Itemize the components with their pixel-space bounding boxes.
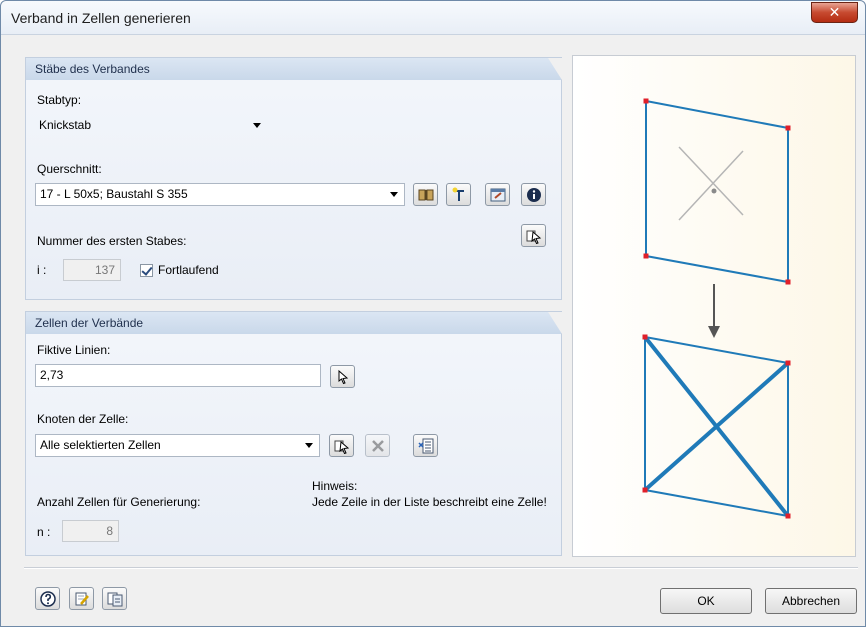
new-section-icon — [452, 187, 464, 201]
help-icon — [39, 590, 56, 607]
stabtyp-value: Knickstab — [39, 118, 92, 132]
edit-pencil-icon — [75, 592, 89, 605]
fortlaufend-checkbox[interactable] — [140, 264, 153, 277]
delete-x-icon — [371, 439, 384, 452]
pick-cells-button[interactable] — [329, 434, 354, 457]
first-bar-number-input: 137 — [63, 259, 121, 281]
info-icon — [526, 187, 541, 202]
section-info-button[interactable] — [521, 183, 546, 206]
cell-nodes-value: Alle selektierten Zellen — [40, 438, 161, 452]
preview-panel — [572, 55, 856, 557]
select-pointer-icon — [334, 440, 349, 454]
hint-text: Jede Zeile in der Liste beschreibt eine … — [312, 495, 547, 509]
export-button[interactable] — [102, 587, 127, 610]
edit-window-icon — [490, 188, 505, 201]
section-library-button[interactable] — [413, 183, 438, 206]
cell-list-button[interactable] — [413, 434, 438, 457]
chevron-down-icon — [253, 123, 261, 128]
cell-count-input: 8 — [62, 520, 119, 542]
node-marker — [785, 125, 791, 131]
cell-frame — [645, 99, 789, 284]
first-bar-label: Nummer des ersten Stabes: — [37, 234, 187, 248]
node-marker — [643, 253, 649, 259]
stabtyp-dropdown[interactable]: Knickstab — [34, 114, 268, 137]
edit-button[interactable] — [69, 587, 94, 610]
group-bars-header: Stäbe des Verbandes — [26, 58, 562, 80]
close-button[interactable]: ✕ — [811, 2, 858, 23]
node-marker — [785, 360, 791, 366]
delete-cells-button[interactable] — [365, 434, 390, 457]
ok-button[interactable]: OK — [660, 588, 752, 614]
querschnitt-dropdown[interactable]: 17 - L 50x5; Baustahl S 355 — [35, 183, 405, 206]
cell-nodes-dropdown[interactable]: Alle selektierten Zellen — [35, 434, 320, 457]
center-node — [711, 188, 717, 194]
cell-before — [643, 98, 791, 285]
group-cells: Zellen der Verbände Fiktive Linien: 2,73… — [25, 311, 562, 556]
fictive-lines-input[interactable]: 2,73 — [35, 364, 321, 387]
select-pointer-icon — [338, 369, 348, 384]
select-pointer-icon — [526, 230, 541, 244]
node-marker — [642, 487, 648, 493]
node-marker — [785, 279, 791, 285]
cell-count-prefix: n : — [37, 525, 51, 539]
fictive-lines-value: 2,73 — [40, 368, 64, 382]
cell-count-label: Anzahl Zellen für Generierung: — [37, 495, 201, 509]
thin-diagonal — [678, 146, 744, 216]
first-bar-prefix: i : — [37, 263, 47, 277]
chevron-down-icon — [305, 443, 313, 448]
copy-document-icon — [107, 592, 122, 606]
chevron-down-icon — [390, 192, 398, 197]
thin-diagonal — [678, 150, 744, 221]
group-cells-header: Zellen der Verbände — [26, 312, 562, 334]
pick-bar-button[interactable] — [521, 224, 546, 247]
node-marker — [643, 98, 649, 104]
cell-after — [642, 334, 791, 519]
stabtyp-label: Stabtyp: — [37, 93, 82, 107]
help-button[interactable] — [35, 587, 60, 610]
bracing-preview-graphic — [642, 98, 791, 519]
querschnitt-label: Querschnitt: — [37, 162, 102, 176]
dialog-window: Verband in Zellen generieren ✕ Stäbe des… — [0, 0, 866, 627]
table-list-icon — [417, 438, 433, 453]
new-section-button[interactable] — [446, 183, 471, 206]
hint-title: Hinweis: — [312, 479, 358, 493]
arrow-down-icon — [708, 284, 720, 338]
querschnitt-value: 17 - L 50x5; Baustahl S 355 — [40, 187, 188, 201]
pick-lines-button[interactable] — [330, 365, 355, 388]
fictive-lines-label: Fiktive Linien: — [37, 343, 111, 357]
cancel-button[interactable]: Abbrechen — [765, 588, 857, 614]
cell-count-value: 8 — [106, 524, 113, 538]
brace-diagonal — [643, 361, 790, 492]
title-bar: Verband in Zellen generieren ✕ — [1, 1, 865, 35]
edit-section-button[interactable] — [485, 183, 510, 206]
footer-divider — [24, 567, 858, 569]
node-marker — [785, 513, 791, 519]
first-bar-number-value: 137 — [94, 263, 115, 277]
fortlaufend-label[interactable]: Fortlaufend — [158, 263, 219, 277]
close-icon: ✕ — [828, 4, 841, 20]
book-icon — [418, 189, 433, 200]
group-bars: Stäbe des Verbandes Stabtyp: Knickstab Q… — [25, 57, 562, 300]
node-marker — [642, 334, 648, 340]
cell-nodes-label: Knoten der Zelle: — [37, 412, 129, 426]
window-title: Verband in Zellen generieren — [11, 10, 191, 26]
